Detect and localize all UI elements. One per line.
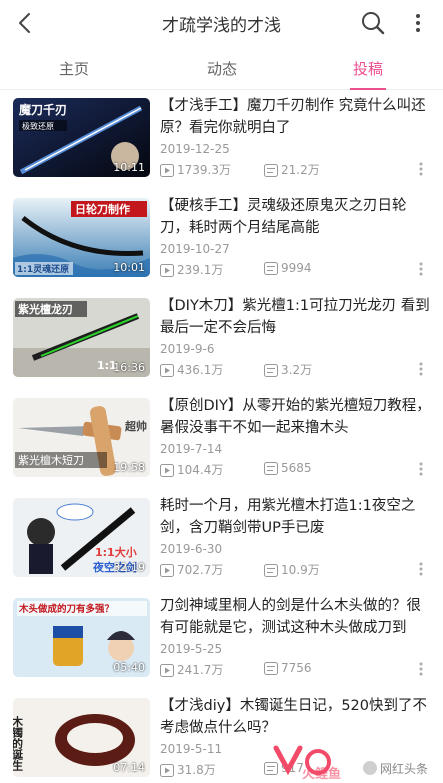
item-more-icon[interactable] bbox=[417, 261, 425, 277]
video-thumbnail[interactable]: 紫光檀龙刃 1:1 16:36 bbox=[13, 298, 150, 377]
video-date: 2019-7-14 bbox=[160, 442, 223, 456]
play-count-icon bbox=[160, 464, 174, 480]
comment-count-icon bbox=[264, 662, 278, 678]
tab-dynamic[interactable]: 动态 bbox=[182, 58, 262, 79]
video-duration: 07:14 bbox=[113, 761, 145, 774]
play-count: 239.1万 bbox=[160, 261, 223, 277]
video-duration: 05:40 bbox=[113, 661, 145, 674]
top-bar: 才疏学浅的才浅 bbox=[0, 0, 443, 46]
tab-home[interactable]: 主页 bbox=[34, 58, 114, 79]
video-thumbnail[interactable]: 1:1大小 夜空之剑 32:19 bbox=[13, 498, 150, 577]
comment-count-icon bbox=[264, 564, 278, 580]
video-duration: 32:19 bbox=[113, 561, 145, 574]
video-thumbnail[interactable]: 木镯的诞生 07:14 bbox=[13, 698, 150, 777]
video-title[interactable]: 【才浅diy】木镯诞生日记，520快到了不考虑做点什么吗？ bbox=[160, 695, 432, 739]
video-title[interactable]: 【硬核手工】灵魂级还原鬼灭之刃日轮刀，耗时两个月结尾高能 bbox=[160, 195, 432, 239]
thumb-caption: 木头做成的刀有多强？ bbox=[18, 603, 114, 615]
video-title[interactable]: 【DIY木刀】紫光檀1:1可拉刀光龙刃 看到最后一定不会后悔 bbox=[160, 295, 432, 339]
video-item[interactable]: 木头做成的刀有多强？ 05:40 刀剑神域里桐人的剑是什么木头做的？很有可能就是… bbox=[0, 591, 443, 691]
video-thumbnail[interactable]: 木头做成的刀有多强？ 05:40 bbox=[13, 598, 150, 677]
video-date: 2019-5-25 bbox=[160, 642, 223, 656]
thumb-caption: 木镯的诞生 bbox=[13, 715, 24, 772]
video-title[interactable]: 耗时一个月，用紫光檀木打造1:1夜空之剑，含刀鞘剑带UP手已废 bbox=[160, 495, 432, 539]
video-title[interactable]: 【才浅手工】魔刀千刃制作 究竟什么叫还原？看完你就明白了 bbox=[160, 95, 432, 139]
play-count: 241.7万 bbox=[160, 661, 223, 677]
video-date: 2019-6-30 bbox=[160, 542, 223, 556]
comment-count: 10.9万 bbox=[264, 561, 320, 577]
watermark-text: 网红头条 bbox=[380, 761, 428, 776]
comment-count: 21.2万 bbox=[264, 161, 320, 177]
thumb-caption: 日轮刀制作 bbox=[75, 202, 130, 216]
thumb-caption: 紫光檀龙刃 bbox=[18, 302, 73, 316]
play-count: 702.7万 bbox=[160, 561, 223, 577]
play-count: 436.1万 bbox=[160, 361, 223, 377]
video-item[interactable]: 超帅 紫光檀木短刀 19:58 【原创DIY】从零开始的紫光檀短刀教程，暑假没事… bbox=[0, 391, 443, 491]
video-item[interactable]: 1:1大小 夜空之剑 32:19 耗时一个月，用紫光檀木打造1:1夜空之剑，含刀… bbox=[0, 491, 443, 591]
thumb-caption: 魔刀千刃 bbox=[19, 102, 67, 117]
video-item[interactable]: 日轮刀制作 1:1灵魂还原 10:01 【硬核手工】灵魂级还原鬼灭之刃日轮刀，耗… bbox=[0, 191, 443, 291]
tab-bar: 主页 动态 投稿 bbox=[0, 46, 443, 90]
play-count: 31.8万 bbox=[160, 761, 216, 777]
thumb-subcaption: 1:1灵魂还原 bbox=[17, 263, 69, 275]
video-thumbnail[interactable]: 魔刀千刃 极致还原 10:11 bbox=[13, 98, 150, 177]
item-more-icon[interactable] bbox=[417, 161, 425, 177]
more-options-icon[interactable] bbox=[410, 9, 426, 37]
video-date: 2019-5-11 bbox=[160, 742, 223, 756]
item-more-icon[interactable] bbox=[417, 361, 425, 377]
tab-submissions[interactable]: 投稿 bbox=[328, 58, 408, 79]
item-more-icon[interactable] bbox=[417, 461, 425, 477]
thumb-caption: 紫光檀木短刀 bbox=[18, 453, 84, 467]
play-count-icon bbox=[160, 264, 174, 280]
watermark-logo-text: 火鲤鱼 bbox=[302, 766, 341, 782]
thumb-subcaption: 极致还原 bbox=[22, 121, 54, 131]
play-count-icon bbox=[160, 164, 174, 180]
video-item[interactable]: 紫光檀龙刃 1:1 16:36 【DIY木刀】紫光檀1:1可拉刀光龙刃 看到最后… bbox=[0, 291, 443, 391]
play-count-icon bbox=[160, 364, 174, 380]
video-duration: 10:01 bbox=[113, 261, 145, 274]
video-duration: 19:58 bbox=[113, 461, 145, 474]
comment-count-icon bbox=[264, 164, 278, 180]
item-more-icon[interactable] bbox=[417, 661, 425, 677]
play-count: 1739.3万 bbox=[160, 161, 231, 177]
play-count-icon bbox=[160, 664, 174, 680]
comment-count: 5685 bbox=[264, 461, 312, 477]
video-date: 2019-10-27 bbox=[160, 242, 230, 256]
play-count-icon bbox=[160, 564, 174, 580]
video-date: 2019-12-25 bbox=[160, 142, 230, 156]
comment-count-icon bbox=[264, 462, 278, 478]
active-tab-indicator bbox=[350, 88, 386, 90]
video-thumbnail[interactable]: 超帅 紫光檀木短刀 19:58 bbox=[13, 398, 150, 477]
thumb-caption: 1:1大小 bbox=[95, 545, 137, 559]
video-thumbnail[interactable]: 日轮刀制作 1:1灵魂还原 10:01 bbox=[13, 198, 150, 277]
comment-count-icon bbox=[264, 364, 278, 380]
video-duration: 10:11 bbox=[113, 161, 145, 174]
video-title[interactable]: 【原创DIY】从零开始的紫光檀短刀教程，暑假没事干不如一起来撸木头 bbox=[160, 395, 432, 439]
comment-count: 9994 bbox=[264, 261, 312, 277]
comment-count: 3.2万 bbox=[264, 361, 312, 377]
play-count: 104.4万 bbox=[160, 461, 223, 477]
comment-count: 7756 bbox=[264, 661, 312, 677]
thumb-subcaption: 超帅 bbox=[124, 419, 147, 433]
video-title[interactable]: 刀剑神域里桐人的剑是什么木头做的？很有可能就是它，测试这种木头做成刀到 bbox=[160, 595, 432, 639]
video-duration: 16:36 bbox=[113, 361, 145, 374]
comment-count-icon bbox=[264, 262, 278, 278]
watermark-logo: 火鲤鱼 网红头条 bbox=[266, 738, 443, 783]
play-count-icon bbox=[160, 764, 174, 780]
video-item[interactable]: 魔刀千刃 极致还原 10:11 【才浅手工】魔刀千刃制作 究竟什么叫还原？看完你… bbox=[0, 91, 443, 191]
search-icon[interactable] bbox=[359, 9, 387, 37]
item-more-icon[interactable] bbox=[417, 561, 425, 577]
video-date: 2019-9-6 bbox=[160, 342, 215, 356]
